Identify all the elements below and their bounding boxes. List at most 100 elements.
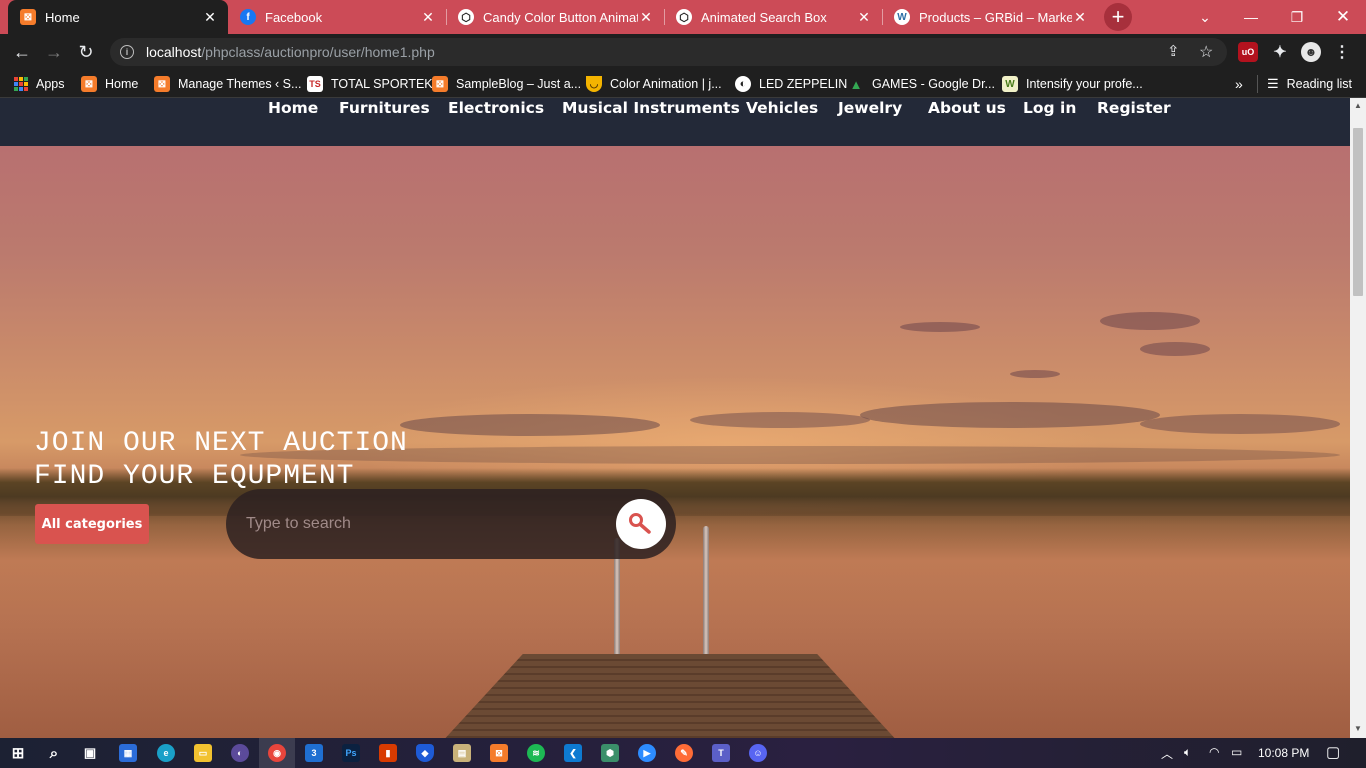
bookmark-total-sportek[interactable]: TS TOTAL SPORTEK [307, 75, 433, 93]
nav-about-us[interactable]: About us [928, 99, 1006, 117]
profile-avatar[interactable]: ☻ [1301, 42, 1321, 62]
scroll-thumb[interactable] [1353, 128, 1363, 296]
close-icon[interactable]: ✕ [856, 9, 872, 25]
xampp-icon: ⊠ [20, 9, 36, 25]
nav-home[interactable]: Home [268, 99, 318, 117]
tab-strip: ⊠ Home ✕ f Facebook ✕ ⬡ Candy Color Butt… [0, 0, 1366, 34]
address-url[interactable]: localhost/phpclass/auctionpro/user/home1… [146, 44, 435, 60]
search-input[interactable] [246, 509, 606, 539]
nav-furnitures[interactable]: Furnitures [339, 99, 430, 117]
address-bar[interactable]: i localhost/phpclass/auctionpro/user/hom… [110, 38, 1227, 66]
reload-button[interactable]: ↻ [72, 38, 100, 66]
tab-products[interactable]: W Products – GRBid – Marketpl ✕ [882, 0, 1098, 34]
restore-button[interactable]: ❐ [1274, 0, 1320, 34]
teams-icon[interactable]: T [712, 744, 730, 762]
nav-log-in[interactable]: Log in [1023, 99, 1076, 117]
bookmarks-bar: Apps ⊠ Home ⊠ Manage Themes ‹ S... TS TO… [0, 70, 1366, 98]
nav-musical-instruments[interactable]: Musical Instruments [562, 99, 740, 117]
more-bookmarks-button[interactable]: » [1235, 75, 1243, 93]
search-box [226, 489, 676, 559]
bookmark-star-icon[interactable]: ☆ [1199, 42, 1213, 62]
close-icon[interactable]: ✕ [1072, 9, 1088, 25]
close-icon[interactable]: ✕ [638, 9, 654, 25]
notifications-icon[interactable]: ▢ [1326, 743, 1340, 761]
bookmark-intensify[interactable]: W Intensify your profe... [1002, 75, 1143, 93]
codepen-icon: ⬡ [458, 9, 474, 25]
app-icon[interactable]: ▤ [453, 744, 471, 762]
battery-icon[interactable]: ▭ [1231, 745, 1242, 759]
site-info-icon[interactable]: i [120, 45, 134, 59]
clock[interactable]: 10:08 PM [1258, 746, 1309, 760]
store-icon[interactable]: ▦ [119, 744, 137, 762]
web-page: Home Furnitures Electronics Musical Inst… [0, 98, 1350, 738]
bookmark-manage-themes[interactable]: ⊠ Manage Themes ‹ S... [154, 75, 301, 93]
back-button[interactable]: ← [8, 38, 36, 66]
wordpress-icon: W [894, 9, 910, 25]
search-icon [629, 513, 651, 534]
css3-icon[interactable]: 3 [305, 744, 323, 762]
share-icon[interactable]: ⇪ [1167, 42, 1180, 60]
close-icon[interactable]: ✕ [202, 9, 218, 25]
search-icon[interactable]: ⌕ [45, 744, 63, 762]
bookmark-apps[interactable]: Apps [14, 75, 65, 93]
xampp-icon[interactable]: ⊠ [490, 744, 508, 762]
cloud [1010, 370, 1060, 378]
windows-start-icon[interactable]: ⊞ [9, 744, 27, 762]
tab-search-icon[interactable]: ⌄ [1182, 0, 1228, 34]
app-icon[interactable]: ⬢ [601, 744, 619, 762]
reading-list-icon: ☰ [1267, 76, 1279, 91]
bookmark-home[interactable]: ⊠ Home [81, 75, 138, 93]
tab-home[interactable]: ⊠ Home ✕ [8, 0, 228, 34]
tray-overflow-icon[interactable]: ︿ [1161, 745, 1173, 762]
nav-jewelry[interactable]: Jewelry [838, 99, 902, 117]
close-window-button[interactable]: ✕ [1320, 0, 1366, 34]
spotify-icon[interactable]: ≋ [527, 744, 545, 762]
volume-icon[interactable]: 🔈︎ [1184, 745, 1191, 760]
vscode-icon[interactable]: ❮ [564, 744, 582, 762]
bookmark-label: GAMES - Google Dr... [872, 77, 995, 91]
bookmark-label: LED ZEPPELIN [759, 77, 848, 91]
ublock-icon[interactable]: uO [1238, 42, 1258, 62]
postman-icon[interactable]: ✎ [675, 744, 693, 762]
nav-register[interactable]: Register [1097, 99, 1171, 117]
w-icon: W [1002, 76, 1018, 92]
tab-facebook[interactable]: f Facebook ✕ [228, 0, 446, 34]
nav-vehicles[interactable]: Vehicles [746, 99, 818, 117]
all-categories-button[interactable]: All categories [35, 504, 149, 544]
scroll-up-arrow-icon[interactable]: ▲ [1354, 101, 1362, 110]
bookmark-label: Intensify your profe... [1026, 77, 1143, 91]
extensions-puzzle-icon[interactable]: ✦ [1270, 42, 1290, 62]
scroll-down-arrow-icon[interactable]: ▼ [1354, 724, 1362, 733]
office-icon[interactable]: ▮ [379, 744, 397, 762]
zoom-icon[interactable]: ▶ [638, 744, 656, 762]
windows-taskbar: ⊞ ⌕ ▣ ▦ e ▭ ◐ ◉ 3 Ps ▮ ◆ ▤ ⊠ ≋ ❮ ⬢ ▶ ✎ T… [0, 738, 1366, 768]
eclipse-icon[interactable]: ◐ [231, 744, 249, 762]
file-explorer-icon[interactable]: ▭ [194, 744, 212, 762]
task-view-icon[interactable]: ▣ [81, 744, 99, 762]
edge-icon[interactable]: e [157, 744, 175, 762]
minimize-button[interactable]: — [1228, 0, 1274, 34]
bookmark-led-zeppelin[interactable]: ◐ LED ZEPPELIN [735, 75, 847, 93]
cloud [1140, 414, 1340, 434]
tab-animated-search[interactable]: ⬡ Animated Search Box ✕ [664, 0, 882, 34]
brave-icon[interactable]: ◆ [416, 744, 434, 762]
chrome-icon[interactable]: ◉ [268, 744, 286, 762]
bookmark-games-drive[interactable]: ▲ GAMES - Google Dr... [848, 75, 995, 93]
page-scrollbar[interactable]: ▲ ▼ [1350, 98, 1366, 738]
search-button[interactable] [616, 499, 666, 549]
reading-list-button[interactable]: ☰ Reading list [1267, 75, 1352, 93]
tab-title: Products – GRBid – Marketpl [919, 9, 1072, 25]
xampp-icon: ⊠ [81, 76, 97, 92]
close-icon[interactable]: ✕ [420, 9, 436, 25]
tab-candy-button[interactable]: ⬡ Candy Color Button Animatic ✕ [446, 0, 664, 34]
discord-icon[interactable]: ☺ [749, 744, 767, 762]
menu-kebab-icon[interactable]: ⋮ [1332, 42, 1352, 62]
nav-electronics[interactable]: Electronics [448, 99, 544, 117]
bookmark-color-animation[interactable]: ◡ Color Animation | j... [586, 75, 722, 93]
forward-button[interactable]: → [40, 38, 68, 66]
wifi-icon[interactable]: ◠ [1209, 745, 1219, 759]
bookmark-sampleblog[interactable]: ⊠ SampleBlog – Just a... [432, 75, 581, 93]
photoshop-icon[interactable]: Ps [342, 744, 360, 762]
bookmark-label: TOTAL SPORTEK [331, 77, 433, 91]
new-tab-button[interactable]: + [1104, 3, 1132, 31]
